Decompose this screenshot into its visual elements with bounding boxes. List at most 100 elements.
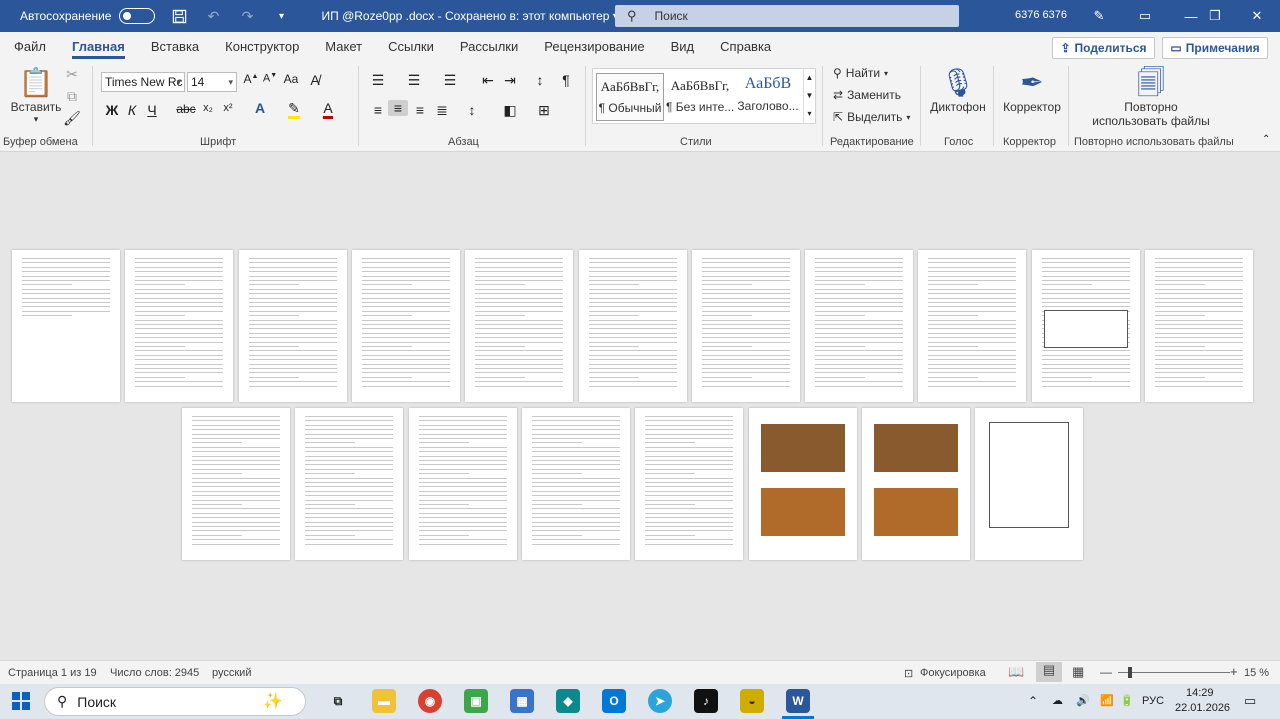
share-button[interactable]: ⇪ Поделиться bbox=[1052, 37, 1155, 59]
replace-button[interactable]: ⇄ Заменить bbox=[833, 88, 901, 102]
cut-icon[interactable]: ✂ bbox=[62, 66, 82, 83]
styles-scroll[interactable]: ▲ ▼ ▾ bbox=[803, 69, 815, 123]
tray-chevron-icon[interactable]: ⌃ bbox=[1028, 694, 1038, 708]
shading-icon[interactable]: ◧ bbox=[500, 102, 520, 119]
page-thumbnail[interactable] bbox=[1145, 250, 1253, 402]
page-thumbnail[interactable] bbox=[975, 408, 1084, 560]
highlight-icon[interactable]: ✎ bbox=[284, 100, 304, 119]
font-name-select[interactable]: Times New Rc ▾ bbox=[101, 72, 185, 92]
page-thumbnail[interactable] bbox=[351, 250, 460, 402]
page-thumbnail[interactable] bbox=[635, 408, 744, 560]
outlook-icon[interactable]: O bbox=[602, 689, 626, 713]
notifications-icon[interactable]: ▭ bbox=[1244, 693, 1256, 709]
line-spacing-icon[interactable]: ↕ bbox=[462, 102, 482, 118]
cloud-icon[interactable]: ☁ bbox=[1052, 694, 1063, 707]
change-case-icon[interactable]: Aa bbox=[281, 72, 301, 86]
increase-indent-icon[interactable]: ⇥ bbox=[500, 72, 520, 89]
battery-icon[interactable]: 🔋 bbox=[1120, 694, 1134, 707]
page-thumbnail[interactable] bbox=[691, 250, 800, 402]
font-size-select[interactable]: 14 ▾ bbox=[187, 72, 237, 92]
ribbon-display-icon[interactable]: ▭ bbox=[1122, 0, 1168, 32]
web-layout-icon[interactable]: ▦ bbox=[1072, 664, 1084, 680]
clear-formatting-icon[interactable]: A̸ bbox=[305, 72, 325, 88]
zoom-in-icon[interactable]: + bbox=[1230, 664, 1238, 679]
pilcrow-icon[interactable]: ¶ bbox=[556, 72, 576, 88]
multilevel-list-icon[interactable]: ☰ bbox=[440, 72, 460, 89]
page-thumbnail[interactable] bbox=[578, 250, 687, 402]
page-thumbnail[interactable] bbox=[1031, 250, 1140, 402]
document-canvas[interactable] bbox=[0, 152, 1280, 660]
decrease-indent-icon[interactable]: ⇤ bbox=[478, 72, 498, 89]
tab-help[interactable]: Справка bbox=[707, 32, 784, 62]
subscript-icon[interactable]: x₂ bbox=[198, 102, 218, 114]
collapse-ribbon-icon[interactable]: ⌃ bbox=[1262, 134, 1270, 145]
shrink-font-icon[interactable]: A▼ bbox=[260, 72, 280, 85]
redo-icon[interactable]: ↷ bbox=[237, 6, 257, 26]
zoom-level[interactable]: 15 % bbox=[1244, 667, 1269, 679]
zoom-slider-thumb[interactable] bbox=[1128, 667, 1132, 678]
language-indicator[interactable]: русский bbox=[212, 667, 251, 679]
chrome-icon[interactable]: ◉ bbox=[418, 689, 442, 713]
bullets-icon[interactable]: ☰ bbox=[368, 72, 388, 89]
page-thumbnail[interactable] bbox=[805, 250, 914, 402]
task-view-icon[interactable]: ⧉ bbox=[326, 689, 350, 713]
clock-date[interactable]: 22.01.2026 bbox=[1175, 702, 1230, 714]
speaker-icon[interactable]: 🔊 bbox=[1076, 694, 1090, 707]
align-center-icon[interactable]: ≡ bbox=[388, 100, 408, 116]
grow-font-icon[interactable]: A▲ bbox=[241, 72, 261, 86]
print-layout-icon[interactable]: ▤ bbox=[1036, 662, 1062, 682]
windows-start-icon[interactable] bbox=[12, 692, 30, 713]
style-no-spacing[interactable]: АаБбВвГг, ¶ Без инте... bbox=[666, 73, 734, 121]
page-thumbnail[interactable] bbox=[465, 250, 574, 402]
wifi-icon[interactable]: 📶 bbox=[1100, 694, 1114, 707]
align-right-icon[interactable]: ≡ bbox=[410, 102, 430, 118]
close-button[interactable]: ✕ bbox=[1234, 0, 1280, 32]
dictate-button[interactable]: 🎙 Диктофон bbox=[928, 66, 988, 114]
tab-insert[interactable]: Вставка bbox=[138, 32, 212, 62]
app-icon[interactable]: ▦ bbox=[510, 689, 534, 713]
app-icon[interactable]: ▣ bbox=[464, 689, 488, 713]
sort-icon[interactable]: ↕ bbox=[530, 72, 550, 88]
customize-toolbar-icon[interactable]: ▾ bbox=[271, 6, 291, 26]
page-thumbnail[interactable] bbox=[125, 250, 234, 402]
undo-icon[interactable]: ↶ bbox=[203, 6, 223, 26]
italic-icon[interactable]: К bbox=[122, 102, 142, 118]
page-thumbnail[interactable] bbox=[295, 408, 404, 560]
justify-icon[interactable]: ≣ bbox=[432, 102, 452, 119]
page-thumbnail[interactable] bbox=[238, 250, 347, 402]
zoom-slider[interactable] bbox=[1118, 672, 1230, 673]
focus-mode-icon[interactable]: ⊡ bbox=[904, 667, 913, 680]
bold-icon[interactable]: Ж bbox=[102, 102, 122, 118]
page-thumbnail[interactable] bbox=[861, 408, 970, 560]
tab-design[interactable]: Конструктор bbox=[212, 32, 312, 62]
borders-icon[interactable]: ⊞ bbox=[534, 102, 554, 119]
style-heading[interactable]: АаБбВ Заголово... bbox=[734, 73, 802, 121]
tab-mailings[interactable]: Рассылки bbox=[447, 32, 531, 62]
reuse-files-button[interactable]: 🗐 Повторно использовать файлы bbox=[1086, 66, 1216, 128]
pen-icon[interactable]: ✎ bbox=[1076, 0, 1122, 32]
autosave-toggle[interactable] bbox=[119, 8, 156, 24]
tab-home[interactable]: Главная bbox=[59, 32, 138, 62]
document-title[interactable]: ИП @Roze0pp .docx - Сохранено в: этот ко… bbox=[321, 9, 618, 23]
superscript-icon[interactable]: x² bbox=[218, 102, 238, 114]
page-thumbnail[interactable] bbox=[182, 408, 290, 560]
input-language[interactable]: РУС bbox=[1142, 695, 1164, 707]
tab-file[interactable]: Файл bbox=[0, 32, 59, 62]
focus-mode-label[interactable]: Фокусировка bbox=[920, 667, 986, 679]
tab-review[interactable]: Рецензирование bbox=[531, 32, 657, 62]
app-icon[interactable]: ◆ bbox=[556, 689, 580, 713]
tiktok-icon[interactable]: ♪ bbox=[694, 689, 718, 713]
app-icon[interactable]: ◒ bbox=[740, 689, 764, 713]
search-input[interactable]: ⚲ Поиск bbox=[615, 5, 959, 27]
text-effects-icon[interactable]: A bbox=[250, 100, 270, 116]
clock-time[interactable]: 14:29 bbox=[1186, 687, 1214, 699]
user-name[interactable]: 6376 6376 bbox=[1015, 9, 1067, 21]
word-icon[interactable]: W bbox=[786, 689, 810, 713]
format-painter-icon[interactable]: 🖌 bbox=[62, 110, 82, 127]
paste-button[interactable]: 📋 Вставить ▾ bbox=[8, 66, 64, 125]
numbering-icon[interactable]: ☰ bbox=[404, 72, 424, 89]
word-count[interactable]: Число слов: 2945 bbox=[110, 667, 199, 679]
font-color-icon[interactable]: A bbox=[318, 100, 338, 119]
tab-view[interactable]: Вид bbox=[658, 32, 708, 62]
file-explorer-icon[interactable]: ▬ bbox=[372, 689, 396, 713]
